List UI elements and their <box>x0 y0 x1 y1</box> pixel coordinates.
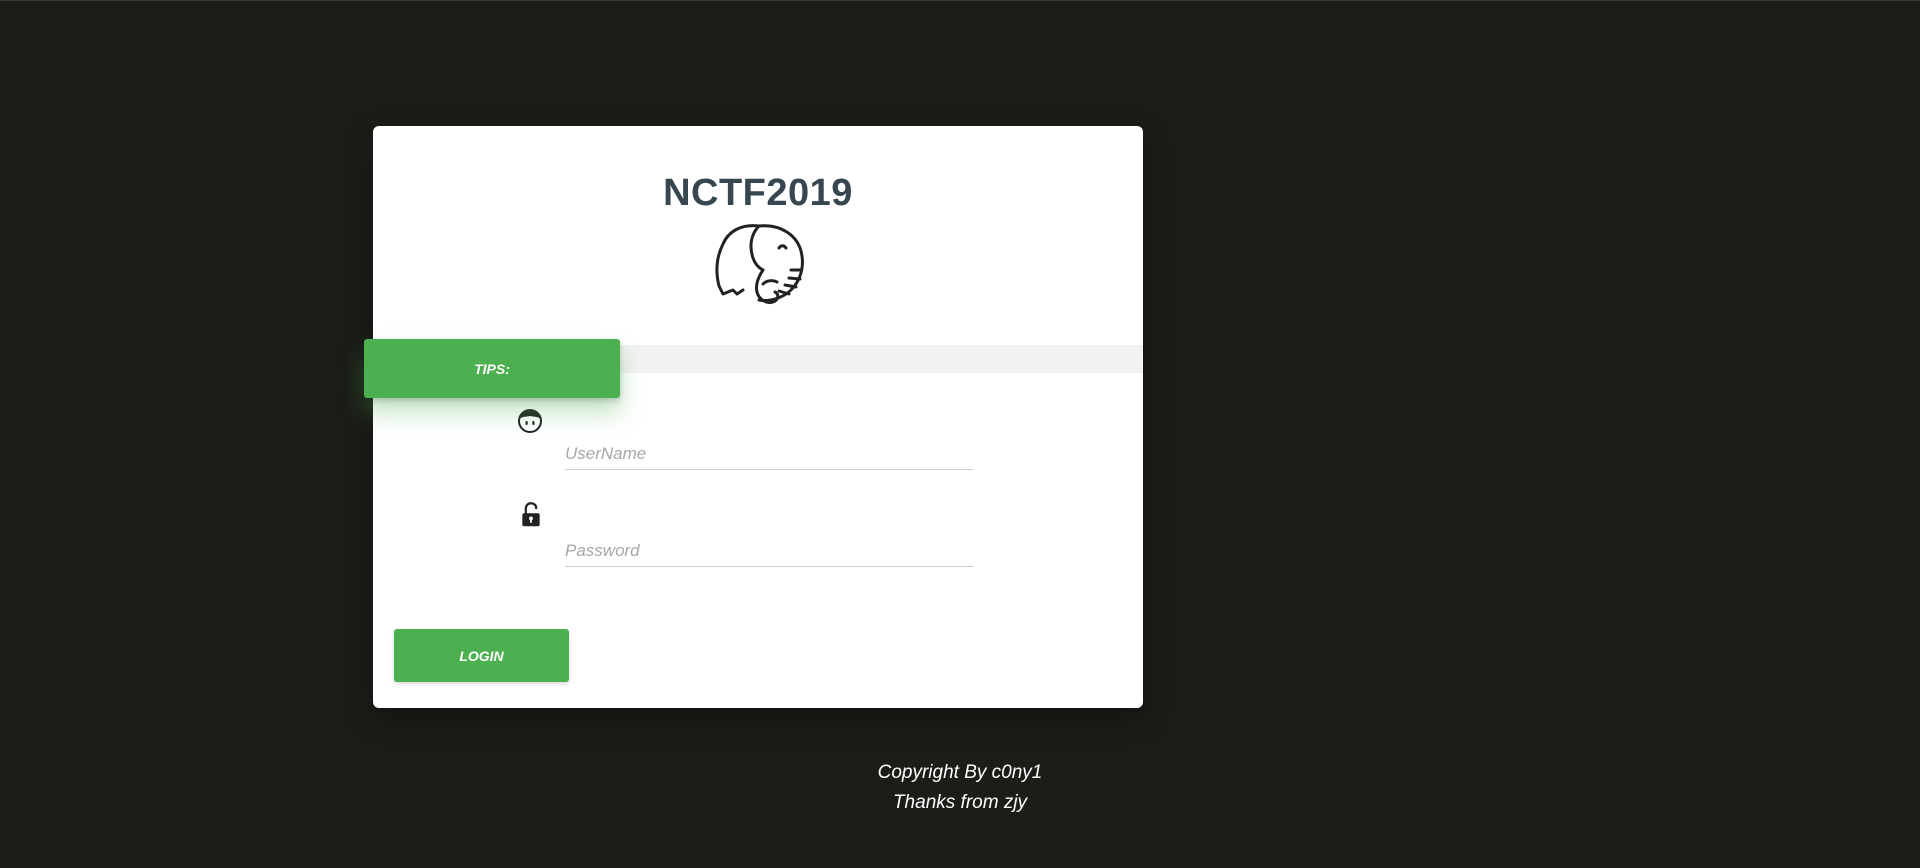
top-border <box>0 0 1920 1</box>
password-input[interactable] <box>565 536 973 567</box>
footer-copyright: Copyright By c0ny1 <box>877 762 1043 783</box>
login-button[interactable]: LOGIN <box>394 629 569 682</box>
footer-thanks: Thanks from zjy <box>892 792 1028 813</box>
page-title: NCTF2019 <box>663 172 853 214</box>
elephant-icon <box>715 224 804 304</box>
username-input[interactable] <box>565 439 973 470</box>
login-card: NCTF2019 UserName LOGIN <box>373 126 1143 708</box>
unlocked-padlock-icon <box>522 502 540 527</box>
tips-badge[interactable]: TIPS: <box>364 339 620 398</box>
face-icon <box>518 409 542 433</box>
